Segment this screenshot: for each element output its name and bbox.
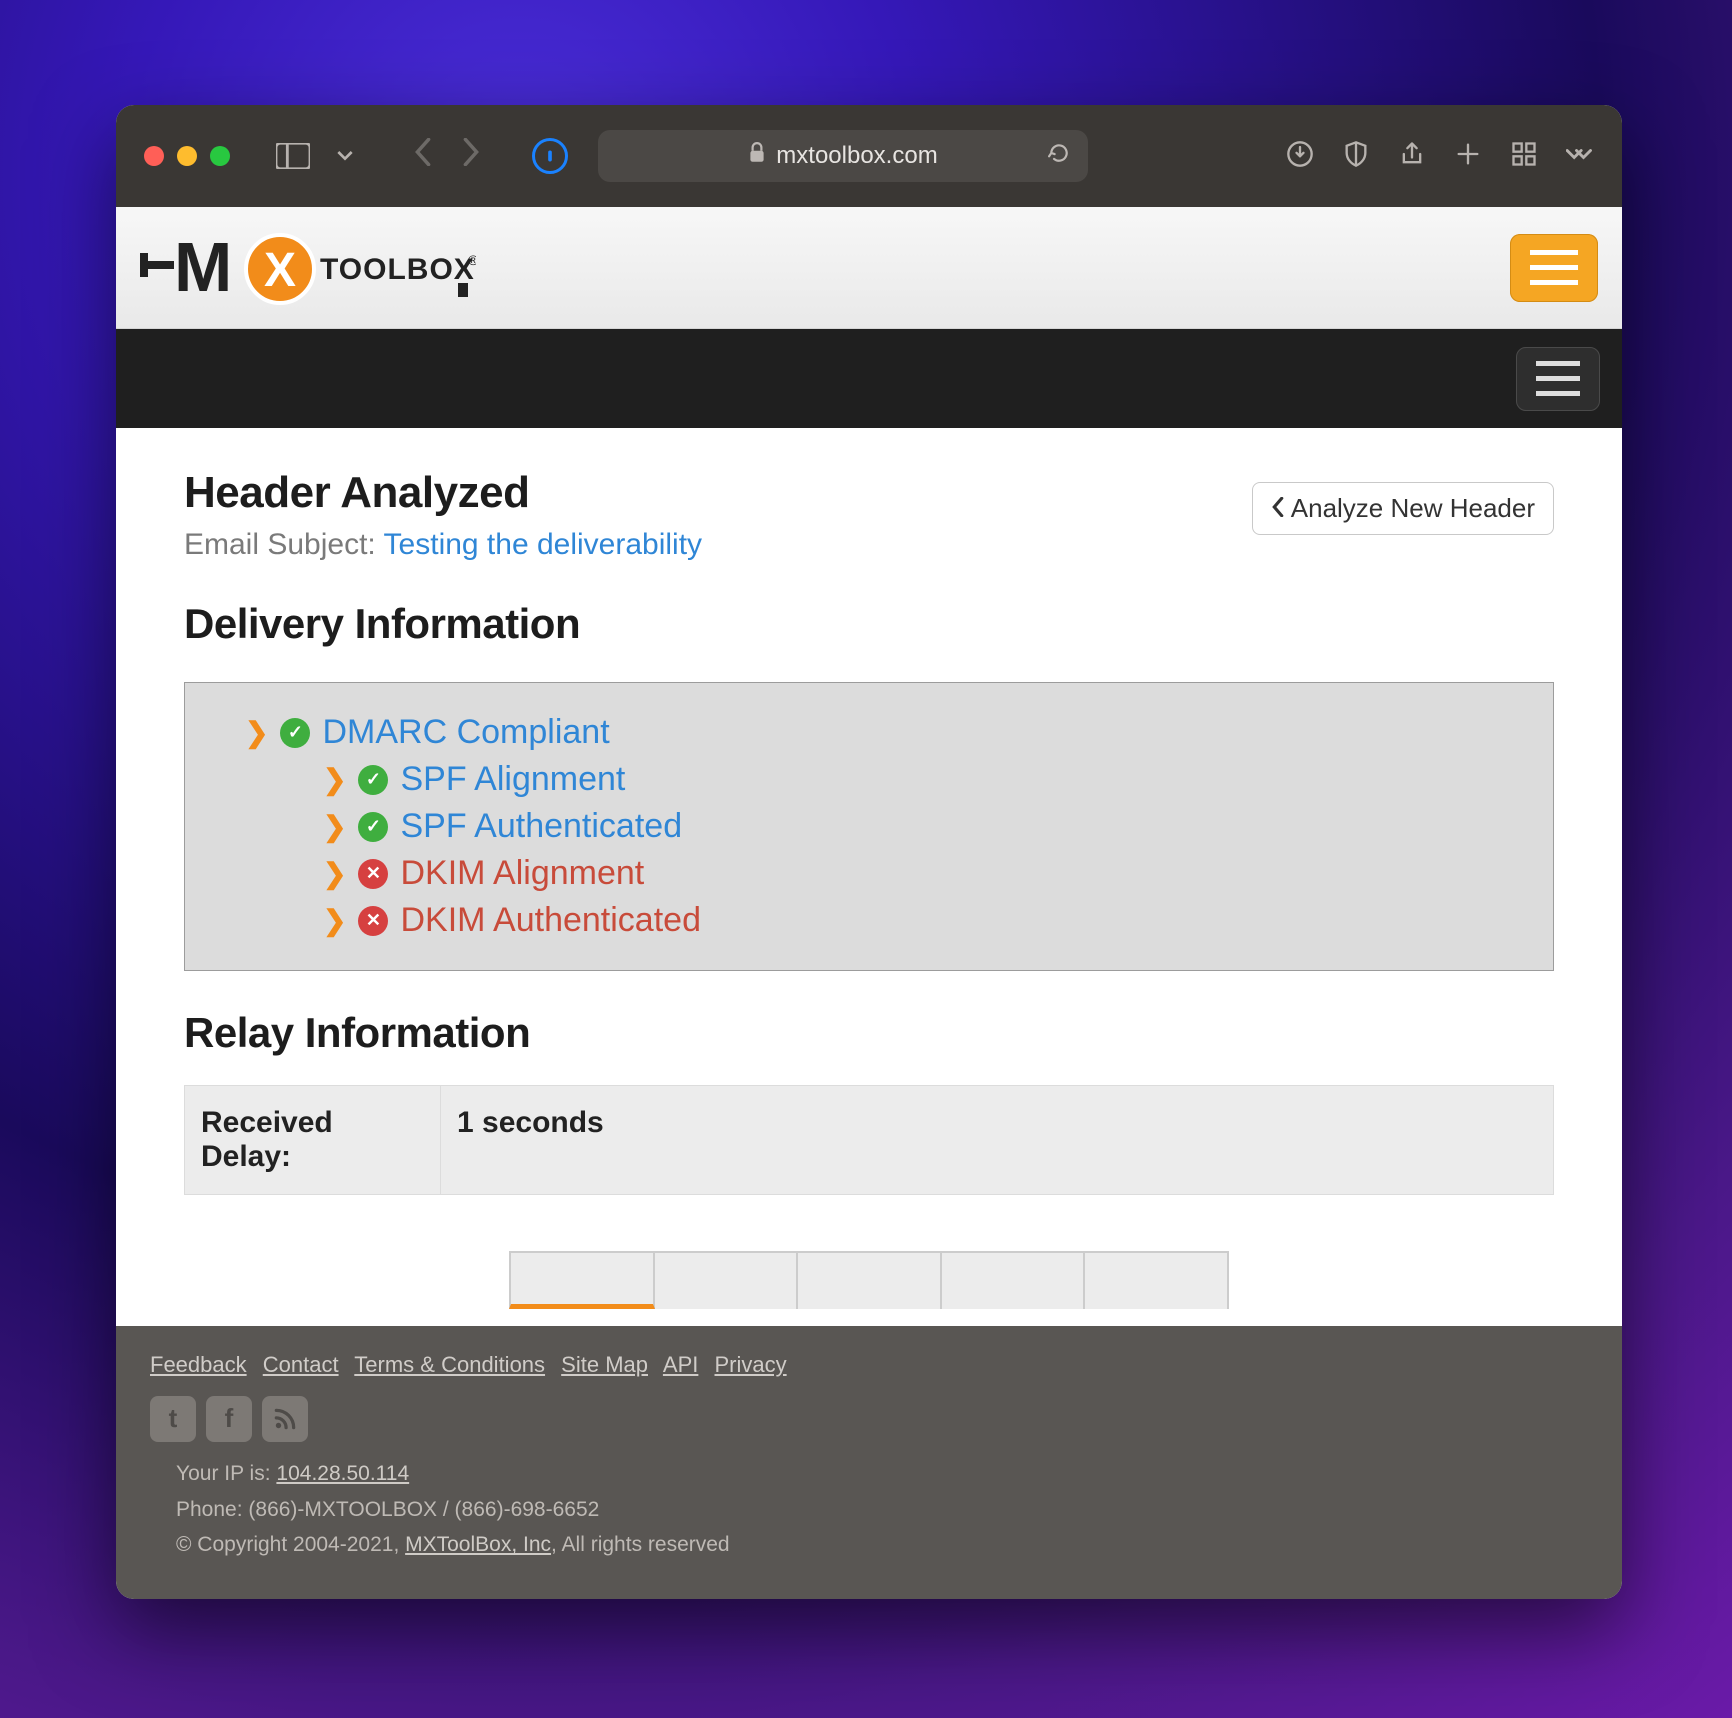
relay-chart-placeholder bbox=[509, 1251, 1229, 1309]
copyright-line: © Copyright 2004-2021, MXToolBox, Inc, A… bbox=[176, 1527, 1588, 1563]
footer-link-privacy[interactable]: Privacy bbox=[715, 1352, 787, 1377]
delivery-link[interactable]: DMARC Compliant bbox=[322, 713, 609, 752]
address-bar-host: mxtoolbox.com bbox=[776, 142, 937, 170]
delivery-item-spf-auth: ❯ ✓ SPF Authenticated bbox=[245, 803, 1513, 850]
check-icon: ✓ bbox=[358, 765, 388, 795]
footer-links: Feedback Contact Terms & Conditions Site… bbox=[150, 1352, 1588, 1378]
footer-link-terms[interactable]: Terms & Conditions bbox=[354, 1352, 545, 1377]
relay-table: Received Delay: 1 seconds bbox=[184, 1085, 1554, 1195]
delivery-info-heading: Delivery Information bbox=[184, 600, 1554, 648]
ip-link[interactable]: 104.28.50.114 bbox=[276, 1462, 409, 1485]
delivery-item-spf-alignment: ❯ ✓ SPF Alignment bbox=[245, 756, 1513, 803]
reload-icon[interactable] bbox=[1048, 142, 1070, 170]
chevron-right-icon: ❯ bbox=[323, 857, 346, 890]
delivery-link[interactable]: DKIM Authenticated bbox=[400, 901, 701, 940]
analyze-new-header-button[interactable]: Analyze New Header bbox=[1252, 482, 1554, 535]
sidebar-toggle-icon[interactable] bbox=[276, 143, 310, 169]
lock-icon bbox=[748, 142, 766, 171]
rss-icon[interactable] bbox=[262, 1396, 308, 1442]
toolbar-right bbox=[1286, 140, 1594, 173]
phone-line: Phone: (866)-MXTOOLBOX / (866)-698-6652 bbox=[176, 1492, 1588, 1528]
delivery-item-dmarc: ❯ ✓ DMARC Compliant bbox=[245, 709, 1513, 756]
logo-text: TOOLBOX bbox=[320, 253, 475, 286]
check-icon: ✓ bbox=[280, 718, 310, 748]
check-icon: ✓ bbox=[358, 812, 388, 842]
footer-link-contact[interactable]: Contact bbox=[263, 1352, 339, 1377]
footer-link-api[interactable]: API bbox=[663, 1352, 698, 1377]
delivery-link[interactable]: SPF Alignment bbox=[400, 760, 625, 799]
delivery-link[interactable]: SPF Authenticated bbox=[400, 807, 682, 846]
site-header: M X TOOLBOX ® bbox=[116, 207, 1622, 329]
main-menu-button[interactable] bbox=[1510, 234, 1598, 302]
site-footer: Feedback Contact Terms & Conditions Site… bbox=[116, 1326, 1622, 1599]
svg-text:M: M bbox=[174, 228, 232, 306]
new-tab-icon[interactable] bbox=[1454, 140, 1482, 173]
subject-label: Email Subject: bbox=[184, 528, 376, 561]
svg-text:®: ® bbox=[468, 252, 476, 268]
maximize-window-button[interactable] bbox=[210, 146, 230, 166]
browser-toolbar: mxtoolbox.com bbox=[116, 105, 1622, 207]
ip-label: Your IP is: bbox=[176, 1462, 271, 1485]
share-icon[interactable] bbox=[1398, 140, 1426, 173]
analyze-new-header-label: Analyze New Header bbox=[1291, 493, 1535, 524]
address-bar[interactable]: mxtoolbox.com bbox=[598, 130, 1088, 182]
more-icon[interactable] bbox=[1566, 140, 1594, 173]
minimize-window-button[interactable] bbox=[177, 146, 197, 166]
downloads-icon[interactable] bbox=[1286, 140, 1314, 173]
received-delay-value: 1 seconds bbox=[441, 1086, 1553, 1194]
shield-icon[interactable] bbox=[1342, 140, 1370, 173]
footer-link-sitemap[interactable]: Site Map bbox=[561, 1352, 648, 1377]
subject-link[interactable]: Testing the deliverability bbox=[384, 528, 703, 561]
twitter-icon[interactable]: t bbox=[150, 1396, 196, 1442]
footer-link-feedback[interactable]: Feedback bbox=[150, 1352, 247, 1377]
chevron-left-icon bbox=[1271, 493, 1285, 524]
chevron-right-icon: ❯ bbox=[323, 763, 346, 796]
x-icon: ✕ bbox=[358, 859, 388, 889]
chevron-right-icon: ❯ bbox=[245, 716, 268, 749]
delivery-item-dkim-alignment: ❯ ✕ DKIM Alignment bbox=[245, 850, 1513, 897]
secondary-menu-button[interactable] bbox=[1516, 347, 1600, 411]
window-controls bbox=[144, 146, 230, 166]
relay-info-heading: Relay Information bbox=[184, 1009, 1554, 1057]
facebook-icon[interactable]: f bbox=[206, 1396, 252, 1442]
received-delay-label: Received Delay: bbox=[185, 1086, 441, 1194]
delivery-link[interactable]: DKIM Alignment bbox=[400, 854, 644, 893]
secondary-nav bbox=[116, 329, 1622, 428]
footer-meta: Your IP is: 104.28.50.114 Phone: (866)-M… bbox=[150, 1456, 1588, 1563]
browser-window: mxtoolbox.com M X TOOLBOX bbox=[116, 105, 1622, 1599]
delivery-info-box: ❯ ✓ DMARC Compliant ❯ ✓ SPF Alignment ❯ … bbox=[184, 682, 1554, 971]
tab-overview-icon[interactable] bbox=[1510, 140, 1538, 173]
delivery-item-dkim-auth: ❯ ✕ DKIM Authenticated bbox=[245, 897, 1513, 944]
onepassword-extension-icon[interactable] bbox=[532, 138, 568, 174]
footer-socials: t f bbox=[150, 1396, 1588, 1442]
chevron-right-icon: ❯ bbox=[323, 904, 346, 937]
close-window-button[interactable] bbox=[144, 146, 164, 166]
forward-button[interactable] bbox=[456, 138, 486, 174]
x-icon: ✕ bbox=[358, 906, 388, 936]
tab-group-dropdown-icon[interactable] bbox=[328, 143, 362, 169]
back-button[interactable] bbox=[408, 138, 438, 174]
mxtoolbox-logo[interactable]: M X TOOLBOX ® bbox=[140, 223, 476, 313]
svg-text:X: X bbox=[264, 244, 296, 297]
main-content: Header Analyzed Email Subject: Testing t… bbox=[116, 428, 1622, 1309]
company-link[interactable]: MXToolBox, Inc bbox=[405, 1533, 551, 1556]
chevron-right-icon: ❯ bbox=[323, 810, 346, 843]
